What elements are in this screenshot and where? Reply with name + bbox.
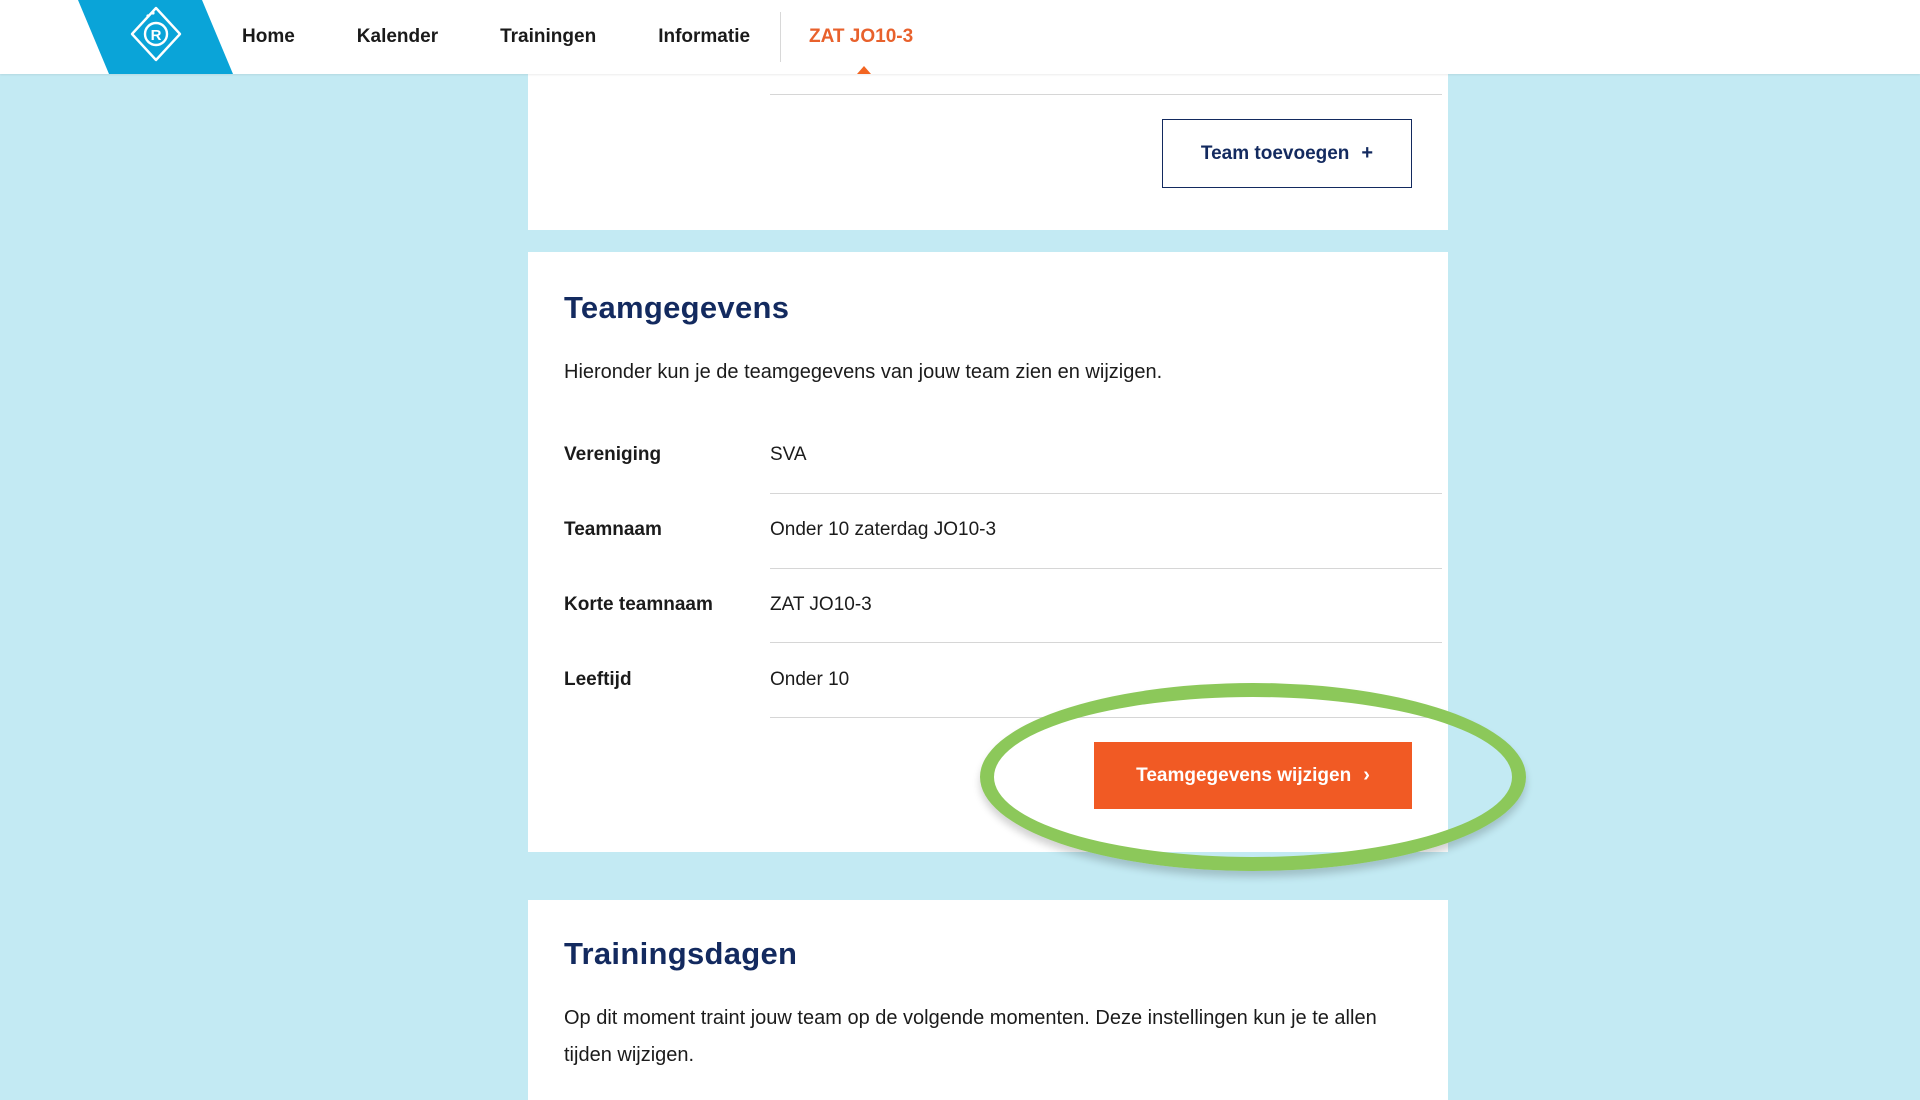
nav-divider xyxy=(780,12,781,62)
divider xyxy=(770,642,1442,643)
nav-active-team[interactable]: ZAT JO10-3 xyxy=(809,0,913,74)
divider xyxy=(770,94,1442,95)
add-team-button[interactable]: Team toevoegen + xyxy=(1162,119,1412,188)
trainingsdagen-title: Trainingsdagen xyxy=(564,936,798,971)
add-team-label: Team toevoegen xyxy=(1200,142,1350,164)
teamgegevens-card: Teamgegevens Hieronder kun je de teamgeg… xyxy=(528,252,1448,852)
logo[interactable]: R xyxy=(78,0,233,74)
active-indicator-caret xyxy=(857,66,871,74)
trainingsdagen-description: Op dit moment traint jouw team op de vol… xyxy=(564,1007,1377,1066)
leeftijd-label: Leeftijd xyxy=(564,669,632,690)
nav-kalender[interactable]: Kalender xyxy=(357,26,438,48)
leeftijd-value: Onder 10 xyxy=(770,669,850,690)
korte-teamnaam-label: Korte teamnaam xyxy=(564,594,713,615)
edit-team-label: Teamgegevens wijzigen xyxy=(1136,764,1352,786)
teamnaam-label: Teamnaam xyxy=(564,519,662,540)
plus-icon: + xyxy=(1361,142,1374,164)
nav-home[interactable]: Home xyxy=(242,26,295,48)
teamgegevens-description: Hieronder kun je de teamgegevens van jou… xyxy=(564,361,1163,383)
top-navigation: R Home Kalender Trainingen Informatie ZA… xyxy=(0,0,1920,74)
teamnaam-value: Onder 10 zaterdag JO10-3 xyxy=(770,519,997,540)
chevron-right-icon: › xyxy=(1363,764,1370,786)
divider xyxy=(770,493,1442,494)
vereniging-label: Vereniging xyxy=(564,444,662,465)
nav-informatie[interactable]: Informatie xyxy=(658,26,750,48)
logo-icon: R xyxy=(130,6,182,62)
main-nav: Home Kalender Trainingen Informatie xyxy=(242,0,812,74)
nav-trainingen[interactable]: Trainingen xyxy=(500,26,596,48)
svg-text:R: R xyxy=(151,27,162,44)
divider xyxy=(770,717,1442,718)
trainingsdagen-card: Trainingsdagen Op dit moment traint jouw… xyxy=(528,900,1448,1100)
divider xyxy=(770,568,1442,569)
vereniging-value: SVA xyxy=(770,444,807,465)
korte-teamnaam-value: ZAT JO10-3 xyxy=(770,594,872,615)
teamgegevens-title: Teamgegevens xyxy=(564,290,790,325)
edit-team-button[interactable]: Teamgegevens wijzigen › xyxy=(1094,742,1412,809)
